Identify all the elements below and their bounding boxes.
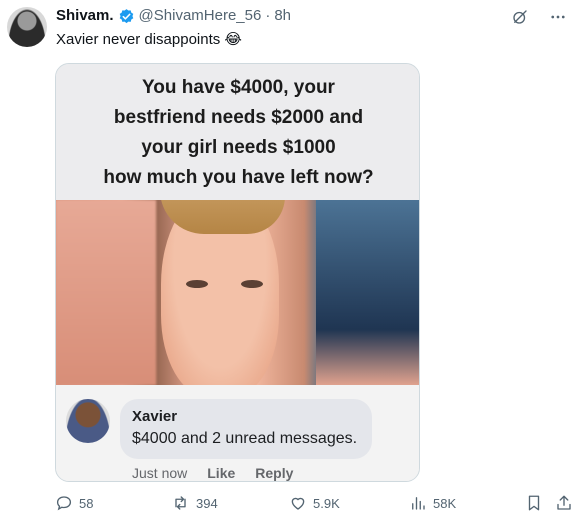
header-separator: · <box>265 7 271 24</box>
share-button[interactable] <box>555 494 573 512</box>
meme-caption-line: your girl needs $1000 <box>141 137 336 158</box>
repost-button[interactable]: 394 <box>171 494 218 512</box>
blurred-face-left <box>56 200 156 385</box>
like-icon <box>291 497 305 510</box>
tweet-top-icons <box>511 8 567 26</box>
comment-bubble: Xavier $4000 and 2 unread messages. <box>120 399 372 459</box>
views-icon <box>412 497 425 510</box>
like-button[interactable]: 5.9K <box>289 494 340 512</box>
reply-button[interactable]: 58 <box>55 494 93 512</box>
share-icon <box>557 495 571 510</box>
tweet-action-bar: 58 394 5.9K 58K <box>55 494 575 514</box>
meme-caption-line: You have $4000, your <box>142 77 335 98</box>
tweet-header: Shivam. @ShivamHere_56 · 8h <box>56 6 291 26</box>
tweet-text: Xavier never disappoints 😂 <box>56 31 242 48</box>
more-icon[interactable] <box>549 8 567 26</box>
meme-caption-line: bestfriend needs $2000 and <box>113 107 364 128</box>
comment-actions: Just now Like Reply <box>132 465 293 481</box>
meme-comment-section: Xavier $4000 and 2 unread messages. Just… <box>56 385 419 481</box>
reply-count: 58 <box>79 495 94 511</box>
left-eye <box>186 280 208 288</box>
tweet-time[interactable]: 8h <box>274 6 291 26</box>
meme-image-card[interactable]: You have $4000, your bestfriend needs $2… <box>55 63 420 482</box>
comment-reply-link: Reply <box>255 465 294 481</box>
author-name[interactable]: Shivam. <box>56 6 114 26</box>
comment-time: Just now <box>132 465 188 481</box>
meme-caption-line: how much you have left now? <box>103 167 374 188</box>
commenter-avatar <box>66 399 110 443</box>
verified-badge-icon <box>119 8 133 23</box>
meme-photo <box>56 200 419 385</box>
repost-icon <box>175 496 186 510</box>
commenter-name: Xavier <box>132 408 178 425</box>
bookmark-icon <box>528 495 540 511</box>
grok-icon[interactable] <box>511 8 529 26</box>
like-count: 5.9K <box>313 495 340 511</box>
views-count: 58K <box>433 495 457 511</box>
reply-icon <box>56 496 72 511</box>
author-handle[interactable]: @ShivamHere_56 <box>139 6 262 26</box>
comment-like-link: Like <box>207 465 236 481</box>
bookmark-button[interactable] <box>525 494 543 512</box>
comment-text: $4000 and 2 unread messages. <box>132 430 358 447</box>
right-eye <box>241 280 263 288</box>
views-button[interactable]: 58K <box>409 494 456 512</box>
meme-caption: You have $4000, your bestfriend needs $2… <box>56 64 419 200</box>
blurred-background-right <box>316 200 419 385</box>
author-avatar[interactable] <box>7 7 47 47</box>
repost-count: 394 <box>196 495 218 511</box>
